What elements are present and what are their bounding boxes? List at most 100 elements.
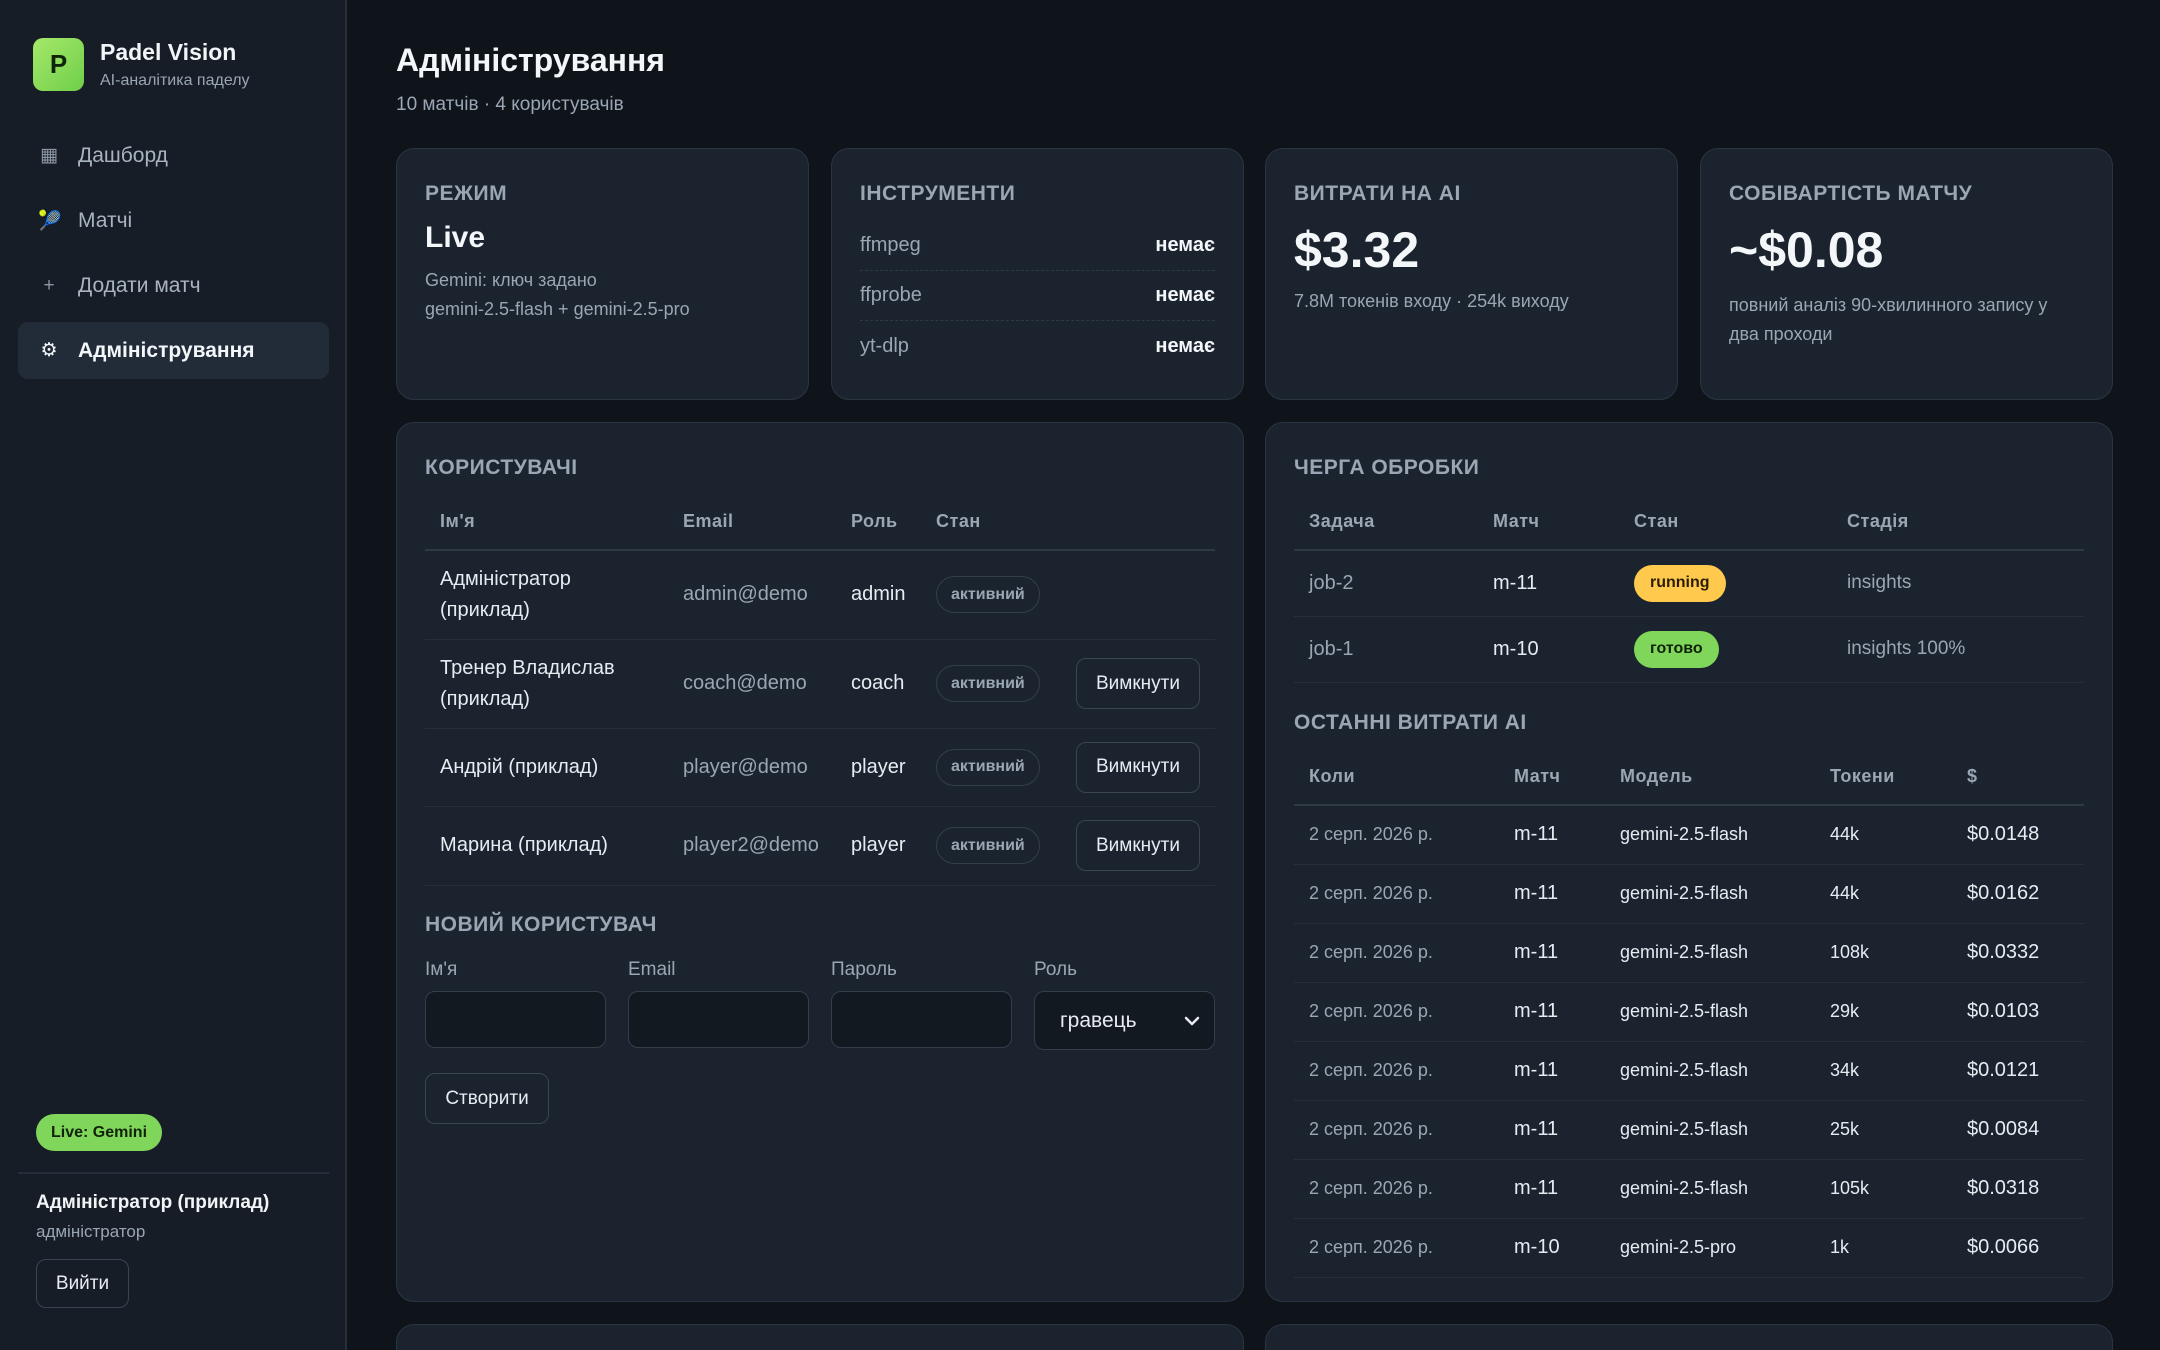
current-user-role: адміністратор	[36, 1222, 146, 1241]
cost-match: m-11	[1499, 982, 1605, 1042]
password-input[interactable]	[831, 991, 1012, 1048]
queue-table: Задача Матч Стан Стадія job-2 m-11 runni…	[1294, 494, 2084, 683]
table-row: 2 серп. 2026 р. m-11 gemini-2.5-flash 108k $…	[1294, 923, 2084, 983]
new-user-form: Ім'я Email Пароль Роль гравець	[425, 959, 1215, 1050]
column-header: Токени	[1815, 749, 1952, 806]
sidebar-divider	[18, 1172, 329, 1174]
status-badge: активний	[936, 576, 1040, 614]
email-label: Email	[628, 959, 676, 980]
recent-costs-table: Коли Матч Модель Токени $ 2 серп. 2026 р…	[1294, 749, 2084, 1278]
cost-when: 2 серп. 2026 р.	[1294, 1159, 1499, 1219]
cost-model: gemini-2.5-flash	[1605, 982, 1815, 1042]
column-header-actions	[1061, 494, 1215, 551]
email-field: Email	[628, 959, 809, 1050]
sidebar-item-dashboard[interactable]: ▦ Дашборд	[18, 127, 329, 184]
ai-cost-value: $3.32	[1294, 222, 1420, 278]
tool-name: ffmpeg	[860, 234, 921, 256]
cost-match: m-11	[1499, 1041, 1605, 1101]
table-header-row: Задача Матч Стан Стадія	[1294, 494, 2084, 551]
user-email: coach@demo	[668, 639, 836, 729]
tools-card: Інструменти ffmpeg немає ffprobe немає y…	[831, 148, 1244, 400]
cost-match: m-11	[1499, 805, 1605, 865]
sidebar-nav: ▦ Дашборд 🎾 Матчі + Додати матч ⚙ Адміні…	[18, 127, 329, 387]
page-subtitle: 10 матчів · 4 користувачів	[396, 94, 624, 115]
current-user-name: Адміністратор (приклад)	[36, 1192, 270, 1213]
page-title: Адміністрування	[396, 42, 665, 78]
column-header: Стадія	[1832, 494, 2084, 551]
disable-user-button[interactable]: Вимкнути	[1076, 658, 1200, 709]
table-row: 2 серп. 2026 р. m-11 gemini-2.5-flash 25k $0…	[1294, 1100, 2084, 1160]
column-header: Email	[668, 494, 836, 551]
table-row: job-2 m-11 running insights	[1294, 550, 2084, 617]
role-select-value: гравець	[1060, 1008, 1137, 1032]
disable-user-button[interactable]: Вимкнути	[1076, 741, 1200, 793]
chevron-down-icon	[1184, 1016, 1200, 1025]
tool-row-ffprobe: ffprobe немає	[860, 271, 1215, 321]
table-row: 2 серп. 2026 р. m-11 gemini-2.5-flash 29k $0…	[1294, 982, 2084, 1042]
brand-name: Padel Vision	[100, 39, 237, 65]
cost-amount: $0.0066	[1952, 1218, 2084, 1278]
status-badge: активний	[936, 665, 1040, 702]
card-title: Режим	[425, 182, 508, 205]
cost-when: 2 серп. 2026 р.	[1294, 1041, 1499, 1101]
cost-tokens: 25k	[1815, 1100, 1952, 1160]
job-id: job-1	[1294, 616, 1478, 683]
job-match: m-11	[1478, 550, 1619, 617]
sidebar-item-label: Додати матч	[78, 273, 201, 297]
sidebar-item-add-match[interactable]: + Додати матч	[18, 257, 329, 314]
gear-icon: ⚙	[40, 340, 58, 361]
users-card: Користувачі Ім'я Email Роль Стан Адмініс…	[396, 422, 1244, 1302]
tool-row-yt-dlp: yt-dlp немає	[860, 321, 1215, 371]
password-field: Пароль	[831, 959, 1012, 1050]
disable-user-button[interactable]: Вимкнути	[1076, 820, 1200, 871]
card-title: Інструменти	[860, 182, 1016, 205]
cost-model: gemini-2.5-pro	[1605, 1218, 1815, 1278]
tool-row-ffmpeg: ffmpeg немає	[860, 221, 1215, 271]
card-title: Витрати на AI	[1294, 182, 1461, 205]
queue-card: Черга обробки Задача Матч Стан Стадія jo…	[1265, 422, 2113, 1302]
table-row: 2 серп. 2026 р. m-11 gemini-2.5-flash 105k $…	[1294, 1159, 2084, 1219]
cost-amount: $0.0148	[1952, 805, 2084, 865]
cost-tokens: 1k	[1815, 1218, 1952, 1278]
table-header-row: Ім'я Email Роль Стан	[425, 494, 1215, 551]
email-input[interactable]	[628, 991, 809, 1048]
user-name: Адміністратор (приклад)	[425, 550, 668, 640]
cost-tokens: 34k	[1815, 1041, 1952, 1101]
cost-when: 2 серп. 2026 р.	[1294, 864, 1499, 924]
cost-model: gemini-2.5-flash	[1605, 1041, 1815, 1101]
table-row: Тренер Владислав (приклад) coach@demo co…	[425, 639, 1215, 729]
cost-model: gemini-2.5-flash	[1605, 1100, 1815, 1160]
cost-amount: $0.0121	[1952, 1041, 2084, 1101]
tool-name: ffprobe	[860, 284, 922, 306]
name-input[interactable]	[425, 991, 606, 1048]
brand[interactable]: P Padel Vision AI-аналітика паделу	[33, 38, 250, 91]
recent-costs-title: Останні витрати AI	[1294, 711, 1527, 734]
ai-cost-card: Витрати на AI $3.32 7.8M токенів входу ·…	[1265, 148, 1678, 400]
user-name: Андрій (приклад)	[425, 728, 668, 807]
job-stage: insights	[1832, 550, 2084, 617]
create-user-button[interactable]: Створити	[425, 1073, 549, 1124]
user-role: coach	[836, 639, 921, 729]
role-field: Роль гравець	[1034, 959, 1215, 1050]
live-status-badge: Live: Gemini	[36, 1114, 163, 1151]
role-select[interactable]: гравець	[1034, 991, 1215, 1050]
sidebar-item-admin[interactable]: ⚙ Адміністрування	[18, 322, 329, 379]
cost-model: gemini-2.5-flash	[1605, 1159, 1815, 1219]
cost-tokens: 108k	[1815, 923, 1952, 983]
cost-amount: $0.0162	[1952, 864, 2084, 924]
cost-when: 2 серп. 2026 р.	[1294, 805, 1499, 865]
sidebar: P Padel Vision AI-аналітика паделу ▦ Даш…	[0, 0, 347, 1350]
logout-button[interactable]: Вийти	[36, 1259, 129, 1308]
column-header: Ім'я	[425, 494, 668, 551]
match-cost-card: Собівартість матчу ~$0.08 повний аналіз …	[1700, 148, 2113, 400]
table-row: Марина (приклад) player2@demo player акт…	[425, 806, 1215, 886]
job-status-badge: готово	[1634, 630, 1719, 668]
tool-name: yt-dlp	[860, 334, 909, 357]
tool-status: немає	[1155, 234, 1215, 256]
sidebar-item-matches[interactable]: 🎾 Матчі	[18, 192, 329, 249]
cost-tokens: 29k	[1815, 982, 1952, 1042]
tool-status: немає	[1155, 284, 1215, 306]
user-email: admin@demo	[668, 550, 836, 640]
model-list: gemini-2.5-flash + gemini-2.5-pro	[425, 299, 690, 319]
column-header: Матч	[1478, 494, 1619, 551]
